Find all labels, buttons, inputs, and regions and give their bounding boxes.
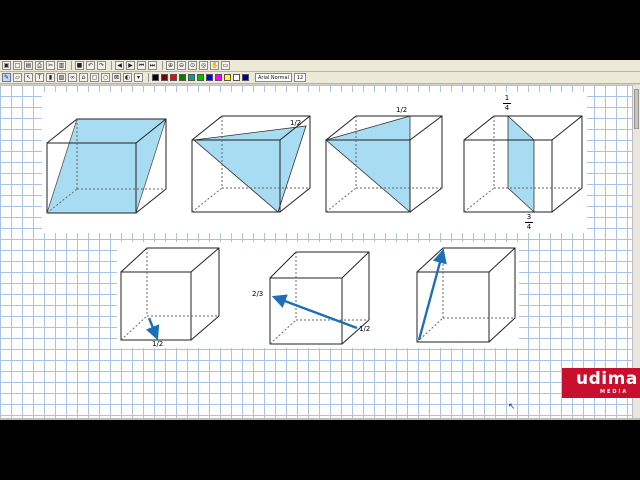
cube-2 (191, 115, 311, 213)
section-fill-2 (193, 125, 307, 213)
paste-icon[interactable]: ▥ (57, 61, 66, 70)
stamp-icon[interactable]: ⌂ (79, 73, 88, 82)
toolbar-separator (148, 73, 149, 82)
toolbar-separator (111, 61, 112, 70)
screen-icon[interactable]: ▭ (221, 61, 230, 70)
undo-icon[interactable]: ↶ (86, 61, 95, 70)
logo-subtitle: MEDIA (600, 389, 629, 395)
font-size-select[interactable]: 12 (294, 73, 306, 82)
pointer-icon[interactable]: ↖ (24, 73, 33, 82)
copy-icon[interactable]: ▤ (24, 61, 33, 70)
mouse-cursor-icon: ↖ (508, 402, 516, 412)
color-swatch-9[interactable] (233, 74, 240, 81)
vector-arrow-2 (271, 294, 358, 330)
vector-cube-3 (416, 247, 516, 343)
color-swatch-3[interactable] (179, 74, 186, 81)
vector-cube-1 (120, 247, 220, 341)
toolbar-separator (71, 61, 72, 70)
color-swatch-6[interactable] (206, 74, 213, 81)
last-page-icon[interactable]: ⏭ (148, 61, 157, 70)
hand-icon[interactable]: ✋ (210, 61, 219, 70)
label-bottom-fig2-two-thirds: 2/3 (252, 290, 264, 298)
label-fig3-half: 1/2 (396, 106, 408, 114)
udima-logo: udima MEDIA (562, 368, 640, 398)
color-swatch-8[interactable] (224, 74, 231, 81)
color-swatch-7[interactable] (215, 74, 222, 81)
shape-icon[interactable]: ▢ (90, 73, 99, 82)
label-bottom-fig2-half: 1/2 (359, 325, 371, 333)
vector-cube-2 (269, 251, 370, 345)
toolbar-separator (162, 61, 163, 70)
vector-arrow-1 (145, 317, 160, 341)
bottom-figure-panel (117, 242, 519, 348)
cut-icon[interactable]: ✂ (46, 61, 55, 70)
color-swatch-4[interactable] (188, 74, 195, 81)
zoom-in-icon[interactable]: ⊕ (166, 61, 175, 70)
highlighter-icon[interactable]: ▮ (46, 73, 55, 82)
link-icon[interactable]: ∞ (68, 73, 77, 82)
zoom-out-icon[interactable]: ⊖ (177, 61, 186, 70)
fraction-one-quarter: 14 (503, 94, 511, 112)
arrow-right-icon[interactable]: ▶ (126, 61, 135, 70)
color-swatch-1[interactable] (161, 74, 168, 81)
color-swatch-2[interactable] (170, 74, 177, 81)
zoom-fit-icon[interactable]: ⊙ (188, 61, 197, 70)
top-figure-panel (42, 92, 587, 233)
zoom-page-icon[interactable]: ◎ (199, 61, 208, 70)
text-icon[interactable]: T (35, 73, 44, 82)
cube-vectors-bottom (120, 247, 516, 345)
label-bottom-fig1-half: 1/2 (152, 340, 164, 348)
dropdown-icon[interactable]: ▾ (134, 73, 143, 82)
print-icon[interactable]: ⎙ (35, 61, 44, 70)
cube-4 (463, 115, 583, 213)
circle-tool-icon[interactable]: ○ (101, 73, 110, 82)
eraser-icon[interactable]: ▱ (13, 73, 22, 82)
label-fig2-half: 1/2 (290, 119, 302, 127)
cube-1 (46, 118, 167, 214)
logo-wordmark: udima (576, 369, 638, 389)
scroll-thumb[interactable] (634, 89, 639, 129)
vector-arrow-3 (417, 248, 447, 341)
bold-icon[interactable]: ■ (75, 61, 84, 70)
save-icon[interactable]: ▣ (2, 61, 11, 70)
bottom-edge (0, 418, 640, 420)
font-select[interactable]: Arial Normal (255, 73, 292, 82)
drawing-toolbar: ✎ ▱ ↖ T ▮ ▨ ∞ ⌂ ▢ ○ ⊠ ◐ ▾ Arial Normal 12 (0, 72, 640, 84)
new-icon[interactable]: □ (13, 61, 22, 70)
main-toolbar: ▣ □ ▤ ⎙ ✂ ▥ ■ ↶ ↷ ◀ ▶ ⏮ ⏭ ⊕ ⊖ ⊙ ◎ ✋ ▭ (0, 60, 640, 72)
fraction-three-quarters: 34 (525, 213, 533, 231)
cube-sections-top (46, 115, 583, 214)
pen-icon[interactable]: ✎ (2, 73, 11, 82)
fill-icon[interactable]: ◐ (123, 73, 132, 82)
redo-icon[interactable]: ↷ (97, 61, 106, 70)
image-icon[interactable]: ▨ (57, 73, 66, 82)
lock-icon[interactable]: ⊠ (112, 73, 121, 82)
color-swatch-10[interactable] (242, 74, 249, 81)
section-fill-4 (507, 115, 535, 213)
first-page-icon[interactable]: ⏮ (137, 61, 146, 70)
color-swatch-0[interactable] (152, 74, 159, 81)
color-swatch-5[interactable] (197, 74, 204, 81)
arrow-left-icon[interactable]: ◀ (115, 61, 124, 70)
cube-3 (325, 115, 443, 213)
